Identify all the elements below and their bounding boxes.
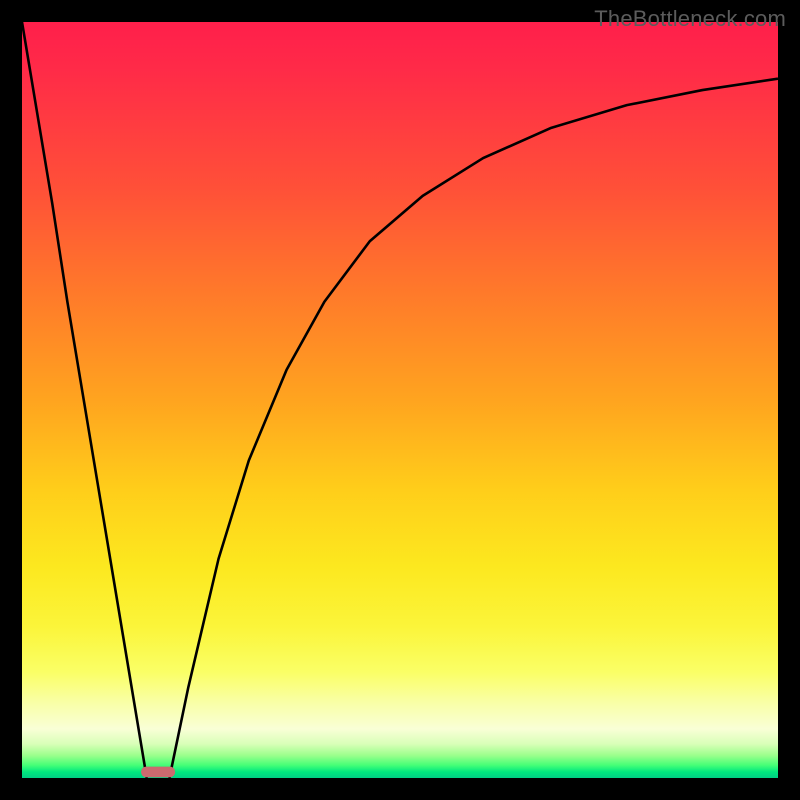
chart-frame: TheBottleneck.com bbox=[0, 0, 800, 800]
watermark-text: TheBottleneck.com bbox=[594, 6, 786, 32]
left-curve bbox=[22, 22, 147, 778]
bottleneck-marker bbox=[141, 767, 175, 778]
chart-overlay-svg bbox=[22, 22, 778, 778]
right-curve bbox=[169, 79, 778, 778]
plot-area bbox=[22, 22, 778, 778]
